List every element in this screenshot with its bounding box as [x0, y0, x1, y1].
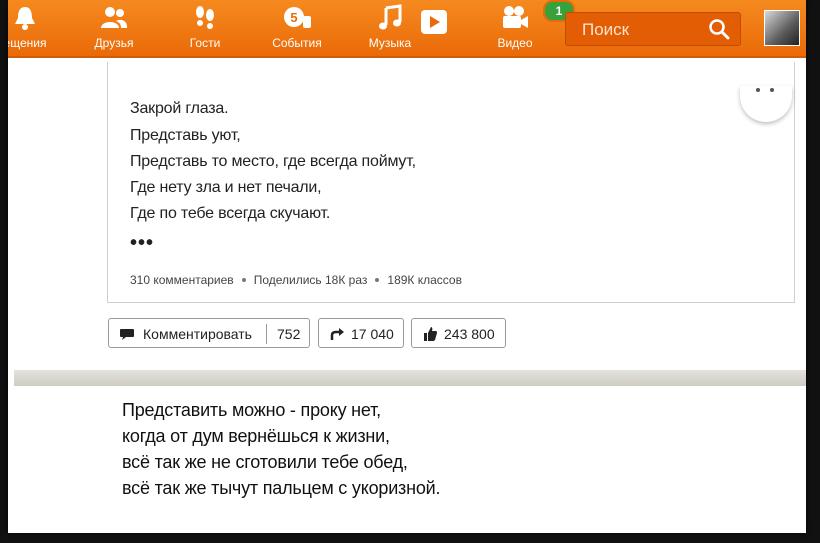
music-note-icon	[379, 4, 402, 30]
next-post-text-line: всё так же тычут пальцем с укоризной.	[122, 478, 441, 498]
svg-text:5: 5	[290, 10, 297, 25]
post-text-line: Закрой глаза.	[130, 100, 229, 117]
post-text-line: Представь то место, где всегда поймут,	[130, 153, 416, 170]
share-count: 17 040	[351, 326, 394, 342]
comment-button[interactable]: Комментировать 752	[108, 318, 310, 348]
share-arrow-icon	[330, 328, 344, 340]
classes-count-link[interactable]: 189К классов	[387, 273, 462, 287]
share-button[interactable]: 17 040	[318, 318, 404, 348]
comment-button-label: Комментировать	[143, 326, 252, 342]
video-camera-icon	[503, 6, 528, 28]
comment-count: 752	[277, 326, 301, 342]
page-frame: ещения Друзья Гости	[8, 0, 806, 533]
button-divider	[266, 324, 267, 344]
next-post-text-line: всё так же не сготовили тебе обед,	[122, 452, 408, 472]
next-post-text-line: когда от дум вернёшься к жизни,	[122, 426, 390, 446]
search-icon[interactable]	[708, 18, 730, 40]
nav-item-messages[interactable]: ещения	[8, 4, 60, 54]
reaction-emoji-button[interactable]	[740, 86, 792, 122]
nav-label-events: События	[272, 36, 322, 50]
shares-count-link[interactable]: Поделились 18К раз	[254, 273, 368, 287]
play-video-icon	[421, 10, 447, 34]
friends-icon	[101, 7, 128, 28]
nav-label-video: Видео	[497, 36, 533, 50]
top-navigation-bar: ещения Друзья Гости	[8, 0, 806, 58]
user-avatar[interactable]	[764, 10, 800, 46]
post-text-line: Представь уют,	[130, 127, 241, 144]
search-input[interactable]: Поиск	[565, 12, 741, 46]
nav-item-guests[interactable]: Гости	[170, 4, 240, 54]
stats-separator-dot	[375, 277, 380, 282]
post-text-line: Где нету зла и нет печали,	[130, 179, 322, 196]
like-count: 243 800	[444, 326, 495, 342]
stats-separator-dot	[241, 277, 246, 282]
events-icon: 5	[284, 7, 311, 28]
comments-count-link[interactable]: 310 комментариев	[130, 273, 234, 287]
thumbs-up-icon	[424, 327, 437, 341]
nav-label-messages: ещения	[8, 36, 47, 50]
nav-label-friends: Друзья	[94, 36, 134, 50]
nav-item-friends[interactable]: Друзья	[79, 4, 149, 54]
nav-label-guests: Гости	[189, 36, 221, 50]
post-card: Закрой глаза. Представь уют, Представь т…	[107, 62, 795, 303]
nav-item-video-play[interactable]	[412, 4, 456, 54]
footprints-icon	[196, 6, 214, 29]
bell-icon	[15, 7, 35, 30]
search-placeholder: Поиск	[582, 20, 630, 39]
next-post-text-line: Представить можно - проку нет,	[122, 400, 381, 420]
post-text-line: Где по тебе всегда скучают.	[130, 205, 331, 222]
post-stats: 310 комментариев Поделились 18К раз 189К к…	[130, 273, 462, 287]
nav-item-events[interactable]: 5 События	[262, 4, 332, 54]
like-class-button[interactable]: 243 800	[411, 318, 506, 348]
comment-bubble-icon	[120, 329, 134, 340]
nav-item-video[interactable]: Видео	[480, 4, 550, 54]
feed-separator	[14, 370, 806, 386]
expand-more-button[interactable]: •••	[130, 232, 154, 255]
